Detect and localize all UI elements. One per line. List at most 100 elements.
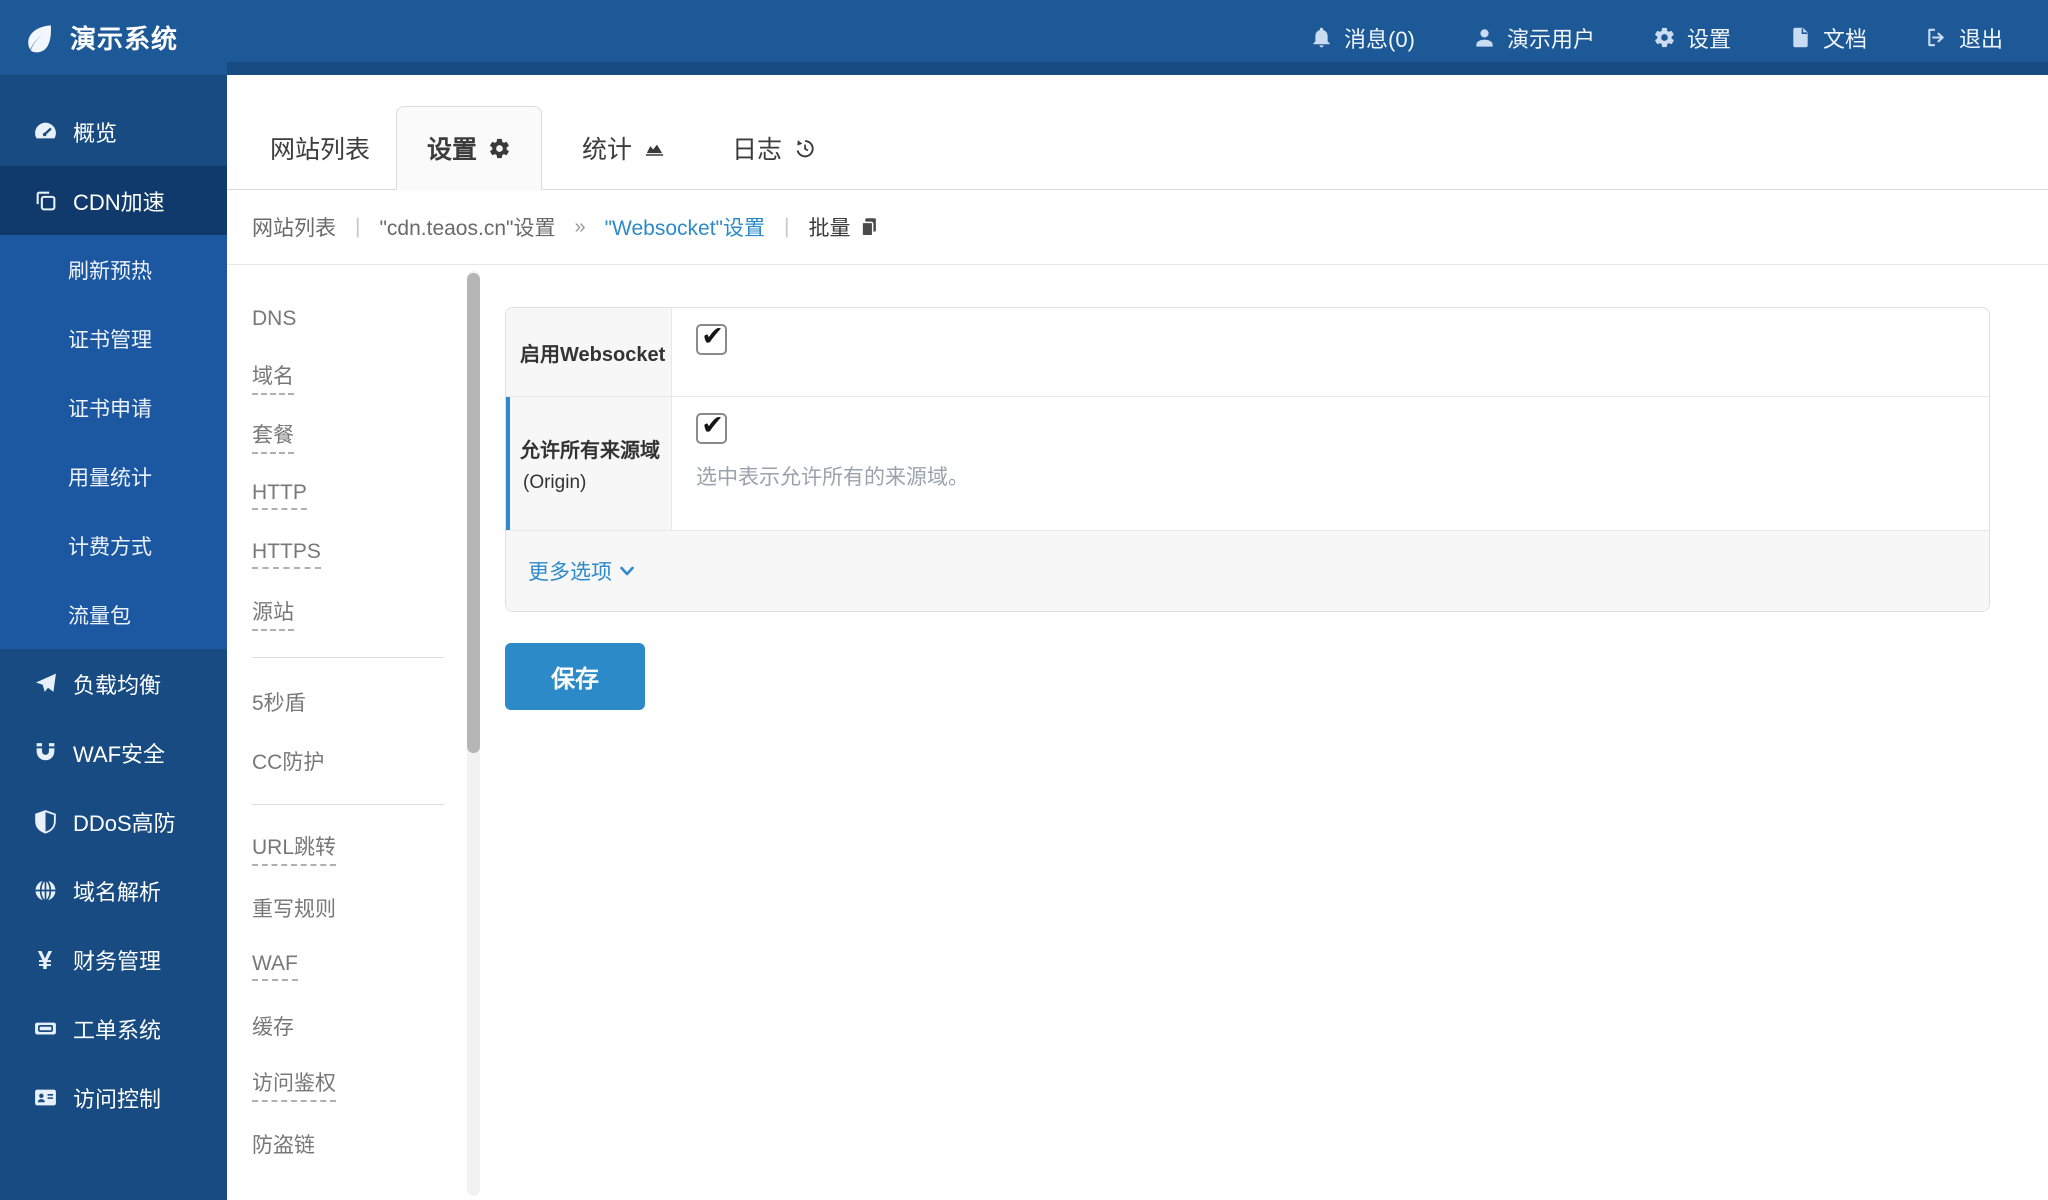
id-card-icon xyxy=(30,1085,60,1110)
settings-menu-item-plan[interactable]: 套餐 xyxy=(252,407,447,466)
globe-icon xyxy=(30,878,60,903)
breadcrumb-websocket-settings[interactable]: "Websocket"设置 xyxy=(605,212,765,242)
sidebar-item-label: 概览 xyxy=(73,116,117,148)
breadcrumb-batch[interactable]: 批量 xyxy=(808,212,880,242)
chart-area-icon xyxy=(643,137,666,160)
allow-origins-help-text: 选中表示允许所有的来源域。 xyxy=(696,461,1989,491)
sidebar-item-label: 域名解析 xyxy=(73,875,161,907)
sidebar-subitem-traffic-pack[interactable]: 流量包 xyxy=(0,580,227,649)
menu-divider xyxy=(252,804,444,805)
sidebar-item-label: 财务管理 xyxy=(73,944,161,976)
brand[interactable]: 演示系统 xyxy=(0,19,227,56)
topbar-messages-label: 消息(0) xyxy=(1344,22,1415,54)
sidebar: 概览 CDN加速 刷新预热 证书管理 证书申请 用量统计 计费方式 流量包 负载… xyxy=(0,62,227,1200)
sidebar-subitem-cert-manage[interactable]: 证书管理 xyxy=(0,304,227,373)
gear-icon xyxy=(488,137,511,160)
settings-menu-item-cc[interactable]: CC防护 xyxy=(252,731,447,790)
tab-site-list[interactable]: 网站列表 xyxy=(244,107,396,189)
topbar-settings-label: 设置 xyxy=(1687,22,1731,54)
tab-bar: 网站列表 设置 统计 日志 xyxy=(227,75,2048,190)
topbar-logout[interactable]: 退出 xyxy=(1896,0,2032,75)
form-row-enable-websocket: 启用Websocket ✔ xyxy=(506,308,1989,396)
websocket-form: 启用Websocket ✔ 允许所有来源域 (Origin) ✔ 选 xyxy=(505,307,1990,612)
check-icon: ✔ xyxy=(701,323,724,350)
sidebar-item-load-balance[interactable]: 负载均衡 xyxy=(0,649,227,718)
yen-icon: ¥ xyxy=(30,947,60,973)
enable-websocket-checkbox[interactable]: ✔ xyxy=(696,324,727,355)
main-content: 网站列表 设置 统计 日志 网站列表 | "cdn.teaos.cn"设置 » … xyxy=(227,75,2048,1200)
sidebar-item-label: 负载均衡 xyxy=(73,668,161,700)
settings-menu-item-hotlink[interactable]: 防盗链 xyxy=(252,1114,447,1173)
sign-out-icon xyxy=(1925,26,1948,49)
breadcrumb: 网站列表 | "cdn.teaos.cn"设置 » "Websocket"设置 … xyxy=(227,190,2048,265)
form-label-cell: 允许所有来源域 (Origin) xyxy=(506,397,672,530)
sidebar-item-label: 工单系统 xyxy=(73,1013,161,1045)
sidebar-item-finance[interactable]: ¥ 财务管理 xyxy=(0,925,227,994)
form-value-cell: ✔ xyxy=(672,308,1989,396)
tab-logs[interactable]: 日志 xyxy=(706,107,842,189)
form-label-cell: 启用Websocket xyxy=(506,308,672,396)
topbar: 演示系统 消息(0) 演示用户 设置 文档 退出 xyxy=(0,0,2048,75)
save-button[interactable]: 保存 xyxy=(505,643,645,710)
topbar-logout-label: 退出 xyxy=(1959,22,2003,54)
topbar-menu: 消息(0) 演示用户 设置 文档 退出 xyxy=(1281,0,2048,75)
settings-menu-item-dns[interactable]: DNS xyxy=(252,289,447,348)
sidebar-item-label: 访问控制 xyxy=(73,1082,161,1114)
settings-menu-item-url-redirect[interactable]: URL跳转 xyxy=(252,819,447,878)
leaf-icon xyxy=(24,22,56,54)
tab-settings[interactable]: 设置 xyxy=(396,106,542,190)
sidebar-subitem-refresh[interactable]: 刷新预热 xyxy=(0,235,227,304)
topbar-messages[interactable]: 消息(0) xyxy=(1281,0,1444,75)
check-icon: ✔ xyxy=(701,412,724,439)
settings-menu: DNS 域名 套餐 HTTP HTTPS 源站 5秒盾 CC防护 URL跳转 重… xyxy=(252,289,447,1173)
breadcrumb-site-list[interactable]: 网站列表 xyxy=(252,212,336,242)
settings-menu-item-domain[interactable]: 域名 xyxy=(252,348,447,407)
sidebar-item-access[interactable]: 访问控制 xyxy=(0,1063,227,1132)
ticket-icon xyxy=(30,1016,60,1041)
form-row-allow-origins: 允许所有来源域 (Origin) ✔ 选中表示允许所有的来源域。 xyxy=(506,396,1989,530)
settings-menu-item-rewrite[interactable]: 重写规则 xyxy=(252,878,447,937)
document-icon xyxy=(1789,26,1812,49)
topbar-user[interactable]: 演示用户 xyxy=(1444,0,1624,75)
breadcrumb-arrow: » xyxy=(574,216,585,239)
settings-menu-item-waf[interactable]: WAF xyxy=(252,937,447,996)
sidebar-subitem-usage[interactable]: 用量统计 xyxy=(0,442,227,511)
menu-scrollbar-track[interactable] xyxy=(467,271,480,1196)
settings-menu-item-origin[interactable]: 源站 xyxy=(252,584,447,643)
sidebar-item-tickets[interactable]: 工单系统 xyxy=(0,994,227,1063)
settings-menu-item-auth[interactable]: 访问鉴权 xyxy=(252,1055,447,1114)
settings-menu-item-https[interactable]: HTTPS xyxy=(252,525,447,584)
settings-content: DNS 域名 套餐 HTTP HTTPS 源站 5秒盾 CC防护 URL跳转 重… xyxy=(227,266,2048,1200)
history-icon xyxy=(793,137,816,160)
breadcrumb-domain-settings[interactable]: "cdn.teaos.cn"设置 xyxy=(379,212,555,242)
topbar-settings[interactable]: 设置 xyxy=(1624,0,1760,75)
form-footer: 更多选项 xyxy=(506,530,1989,611)
more-options-link[interactable]: 更多选项 xyxy=(528,556,635,586)
sidebar-item-label: DDoS高防 xyxy=(73,806,176,838)
brand-label: 演示系统 xyxy=(70,19,178,56)
menu-divider xyxy=(252,657,444,658)
sidebar-item-dns[interactable]: 域名解析 xyxy=(0,856,227,925)
settings-menu-item-http[interactable]: HTTP xyxy=(252,466,447,525)
breadcrumb-separator: | xyxy=(355,215,360,239)
topbar-user-label: 演示用户 xyxy=(1507,22,1595,54)
clone-icon xyxy=(30,188,60,213)
sidebar-item-ddos[interactable]: DDoS高防 xyxy=(0,787,227,856)
tab-statistics[interactable]: 统计 xyxy=(556,107,692,189)
sidebar-cdn-submenu: 刷新预热 证书管理 证书申请 用量统计 计费方式 流量包 xyxy=(0,235,227,649)
form-value-cell: ✔ 选中表示允许所有的来源域。 xyxy=(672,397,1989,530)
sidebar-subitem-cert-apply[interactable]: 证书申请 xyxy=(0,373,227,442)
sidebar-subitem-billing[interactable]: 计费方式 xyxy=(0,511,227,580)
chevron-down-icon xyxy=(619,565,635,578)
sidebar-item-label: WAF安全 xyxy=(73,737,165,769)
topbar-docs[interactable]: 文档 xyxy=(1760,0,1896,75)
menu-scrollbar-thumb[interactable] xyxy=(467,273,480,753)
sidebar-item-overview[interactable]: 概览 xyxy=(0,97,227,166)
allow-origins-checkbox[interactable]: ✔ xyxy=(696,413,727,444)
settings-menu-item-5s-shield[interactable]: 5秒盾 xyxy=(252,672,447,731)
sidebar-item-cdn[interactable]: CDN加速 xyxy=(0,166,227,235)
bell-icon xyxy=(1310,26,1333,49)
sidebar-item-label: CDN加速 xyxy=(73,185,165,217)
settings-menu-item-cache[interactable]: 缓存 xyxy=(252,996,447,1055)
sidebar-item-waf[interactable]: WAF安全 xyxy=(0,718,227,787)
